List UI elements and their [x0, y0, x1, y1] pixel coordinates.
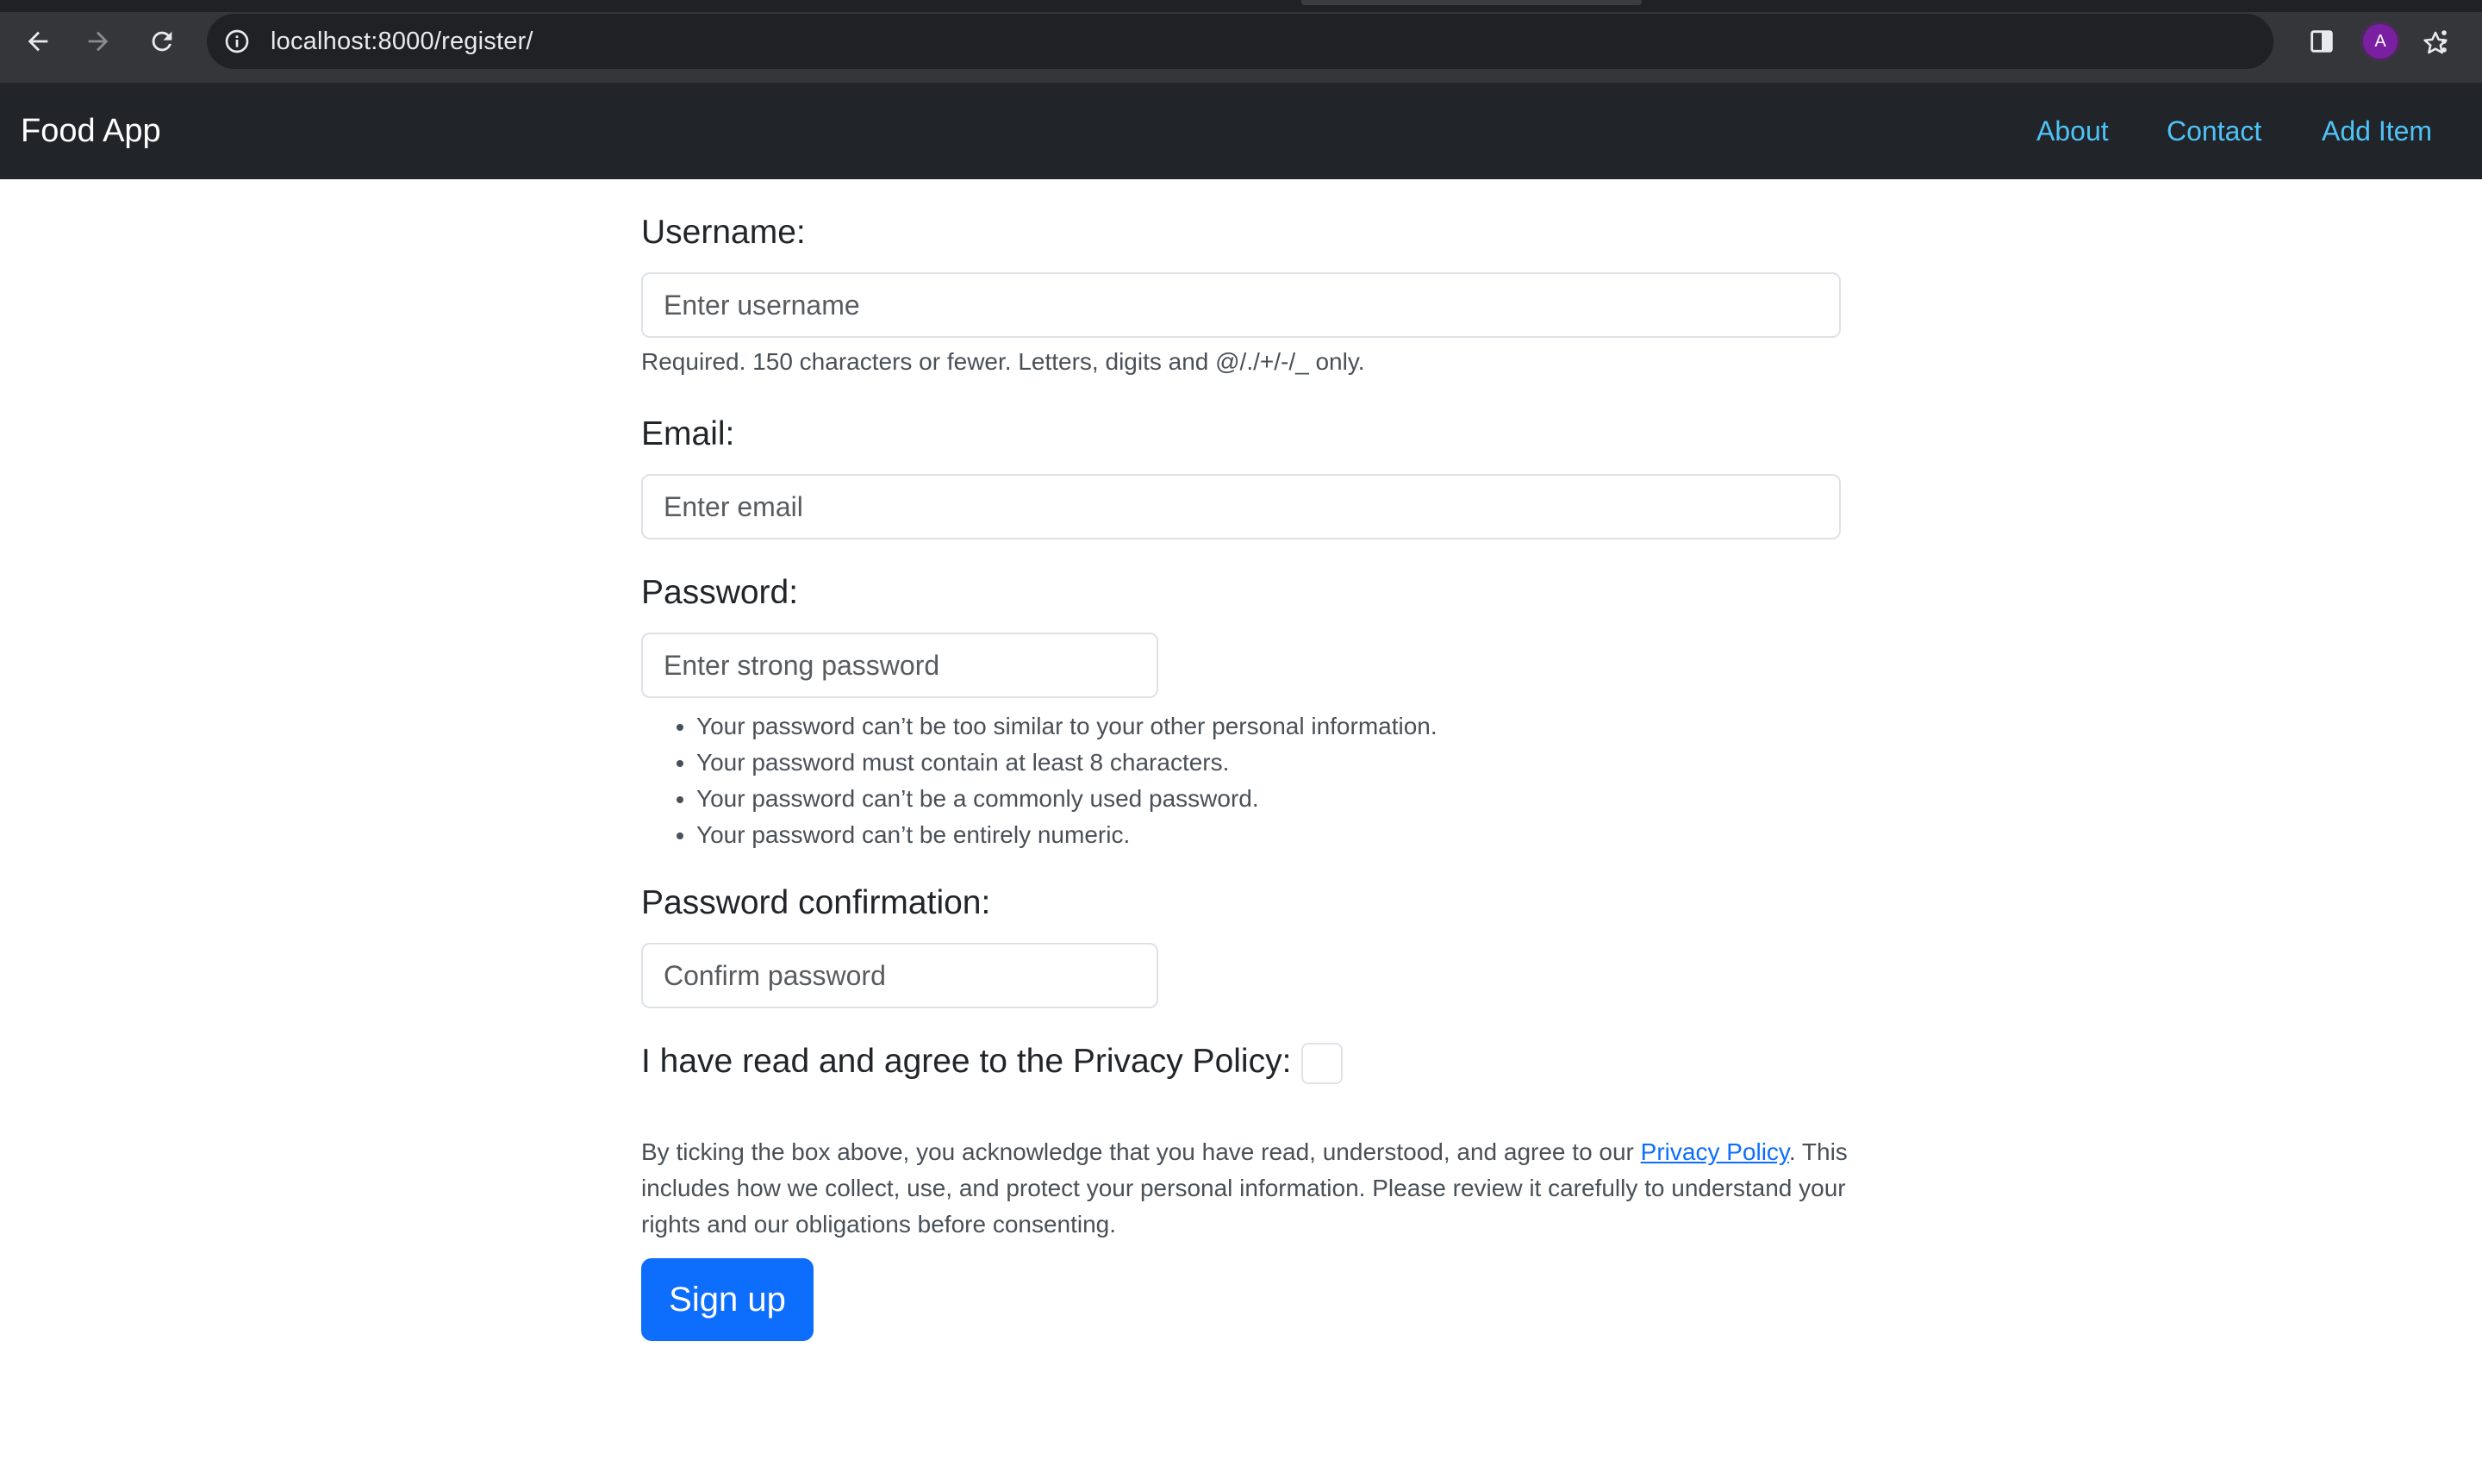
side-panel-button[interactable] [2299, 19, 2344, 64]
app-navbar: Food App About Contact Add Item [0, 83, 2482, 179]
password-rule-item: Your password must contain at least 8 ch… [696, 745, 1437, 781]
password-rule-item: Your password can’t be a commonly used p… [696, 781, 1437, 817]
back-button[interactable] [16, 19, 60, 64]
reload-icon [152, 31, 172, 52]
browser-toolbar: localhost:8000/register/ A [0, 0, 2482, 83]
email-input[interactable] [641, 474, 1841, 539]
side-panel-icon [2311, 30, 2333, 53]
url-text[interactable]: localhost:8000/register/ [271, 14, 533, 69]
username-help-text: Required. 150 characters or fewer. Lette… [641, 348, 1365, 375]
policy-text-before: By ticking the box above, you acknowledg… [641, 1138, 1641, 1165]
nav-link-about[interactable]: About [2036, 83, 2109, 179]
password-rules-list: Your password can’t be too similar to yo… [641, 708, 1437, 853]
tab-strip [0, 0, 2482, 12]
sign-up-button[interactable]: Sign up [641, 1258, 814, 1341]
privacy-agree-checkbox[interactable] [1301, 1043, 1343, 1084]
privacy-policy-notice: By ticking the box above, you acknowledg… [641, 1134, 1848, 1243]
more-vertical-icon [2441, 30, 2447, 53]
nav-link-contact[interactable]: Contact [2167, 83, 2261, 179]
profile-avatar[interactable]: A [2363, 24, 2398, 59]
privacy-policy-link[interactable]: Privacy Policy [1641, 1138, 1789, 1165]
browser-menu-button[interactable] [2427, 19, 2461, 64]
password-rule-item: Your password can’t be entirely numeric. [696, 817, 1437, 853]
password-confirm-label: Password confirmation: [641, 884, 991, 921]
arrow-right-icon [88, 31, 109, 52]
password-confirm-input[interactable] [641, 943, 1158, 1008]
privacy-agree-label: I have read and agree to the Privacy Pol… [641, 1043, 1292, 1080]
nav-link-add-item[interactable]: Add Item [2322, 83, 2432, 179]
address-bar[interactable]: localhost:8000/register/ [207, 14, 2448, 69]
forward-button[interactable] [76, 19, 121, 64]
reload-button[interactable] [140, 19, 184, 64]
password-rule-item: Your password can’t be too similar to yo… [696, 708, 1437, 745]
password-label: Password: [641, 574, 799, 611]
brand-link[interactable]: Food App [21, 83, 161, 179]
site-info-icon[interactable] [219, 23, 255, 59]
username-input[interactable] [641, 272, 1841, 338]
password-input[interactable] [641, 633, 1158, 698]
active-tab-indicator[interactable] [1301, 0, 1642, 5]
username-label: Username: [641, 214, 806, 251]
arrow-left-icon [28, 31, 48, 52]
email-label: Email: [641, 415, 735, 452]
